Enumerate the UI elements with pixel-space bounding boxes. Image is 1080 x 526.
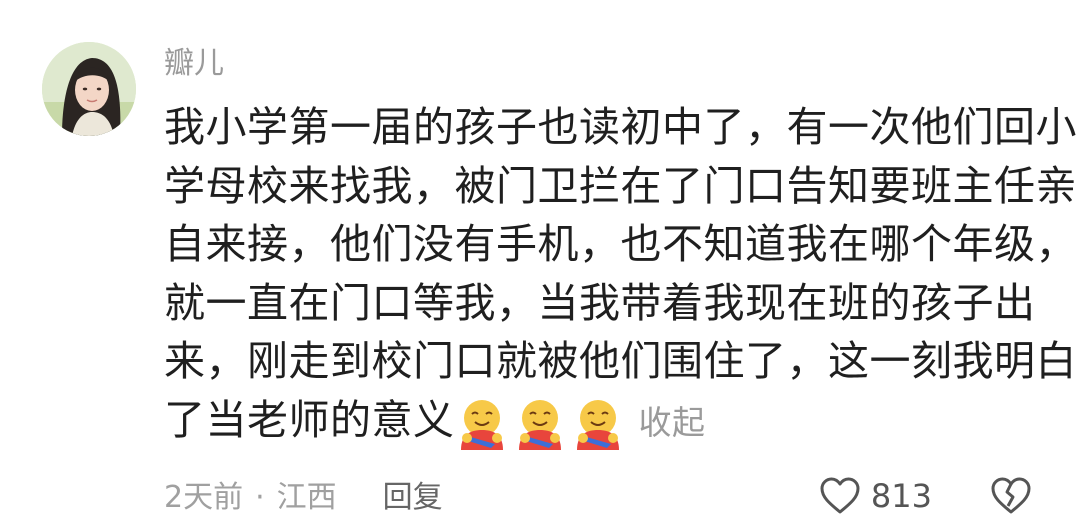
emoji-group (455, 396, 629, 450)
reply-button[interactable]: 回复 (383, 478, 443, 518)
comment-actions: 813 (819, 476, 1032, 516)
comment-line: 来，刚走到校门口就被他们围住了，这一刻我明白 (164, 337, 1077, 385)
timestamp: 2天前 (164, 480, 244, 515)
comment-item: 瓣儿 我小学第一届的孩子也读初中了，有一次他们回小 学母校来找我，被门卫拦在了门… (0, 0, 1080, 526)
comment-text: 我小学第一届的孩子也读初中了，有一次他们回小 学母校来找我，被门卫拦在了门口告知… (164, 98, 1077, 453)
hug-emoji-icon (460, 399, 503, 450)
like-button[interactable]: 813 (819, 476, 932, 516)
username[interactable]: 瓣儿 (164, 44, 224, 84)
avatar-image (42, 42, 136, 136)
comment-line: 我小学第一届的孩子也读初中了，有一次他们回小 (164, 103, 1077, 151)
comment-line: 学母校来找我，被门卫拦在了门口告知要班主任亲 (164, 161, 1077, 210)
comment-line: 自来接，他们没有手机，也不知道我在哪个年级， (164, 220, 1077, 268)
location: 江西 (276, 480, 337, 515)
heart-outline-icon (820, 477, 860, 514)
comment-line: 了当老师的意义 (164, 395, 455, 444)
hug-emoji-icon (576, 399, 619, 450)
avatar[interactable] (42, 42, 136, 136)
meta-separator: · (255, 480, 265, 515)
dislike-button[interactable] (990, 476, 1032, 516)
collapse-button[interactable]: 收起 (639, 403, 706, 442)
like-count: 813 (870, 477, 932, 515)
comment-line: 就一直在门口等我，当我带着我现在班的孩子出 (164, 278, 1036, 327)
comment-last-line: 了当老师的意义 收起 (164, 391, 1044, 453)
broken-heart-icon (991, 477, 1031, 514)
hug-emoji-icon (518, 399, 561, 450)
comment-meta: 2天前 · 江西 回复 (164, 478, 443, 518)
